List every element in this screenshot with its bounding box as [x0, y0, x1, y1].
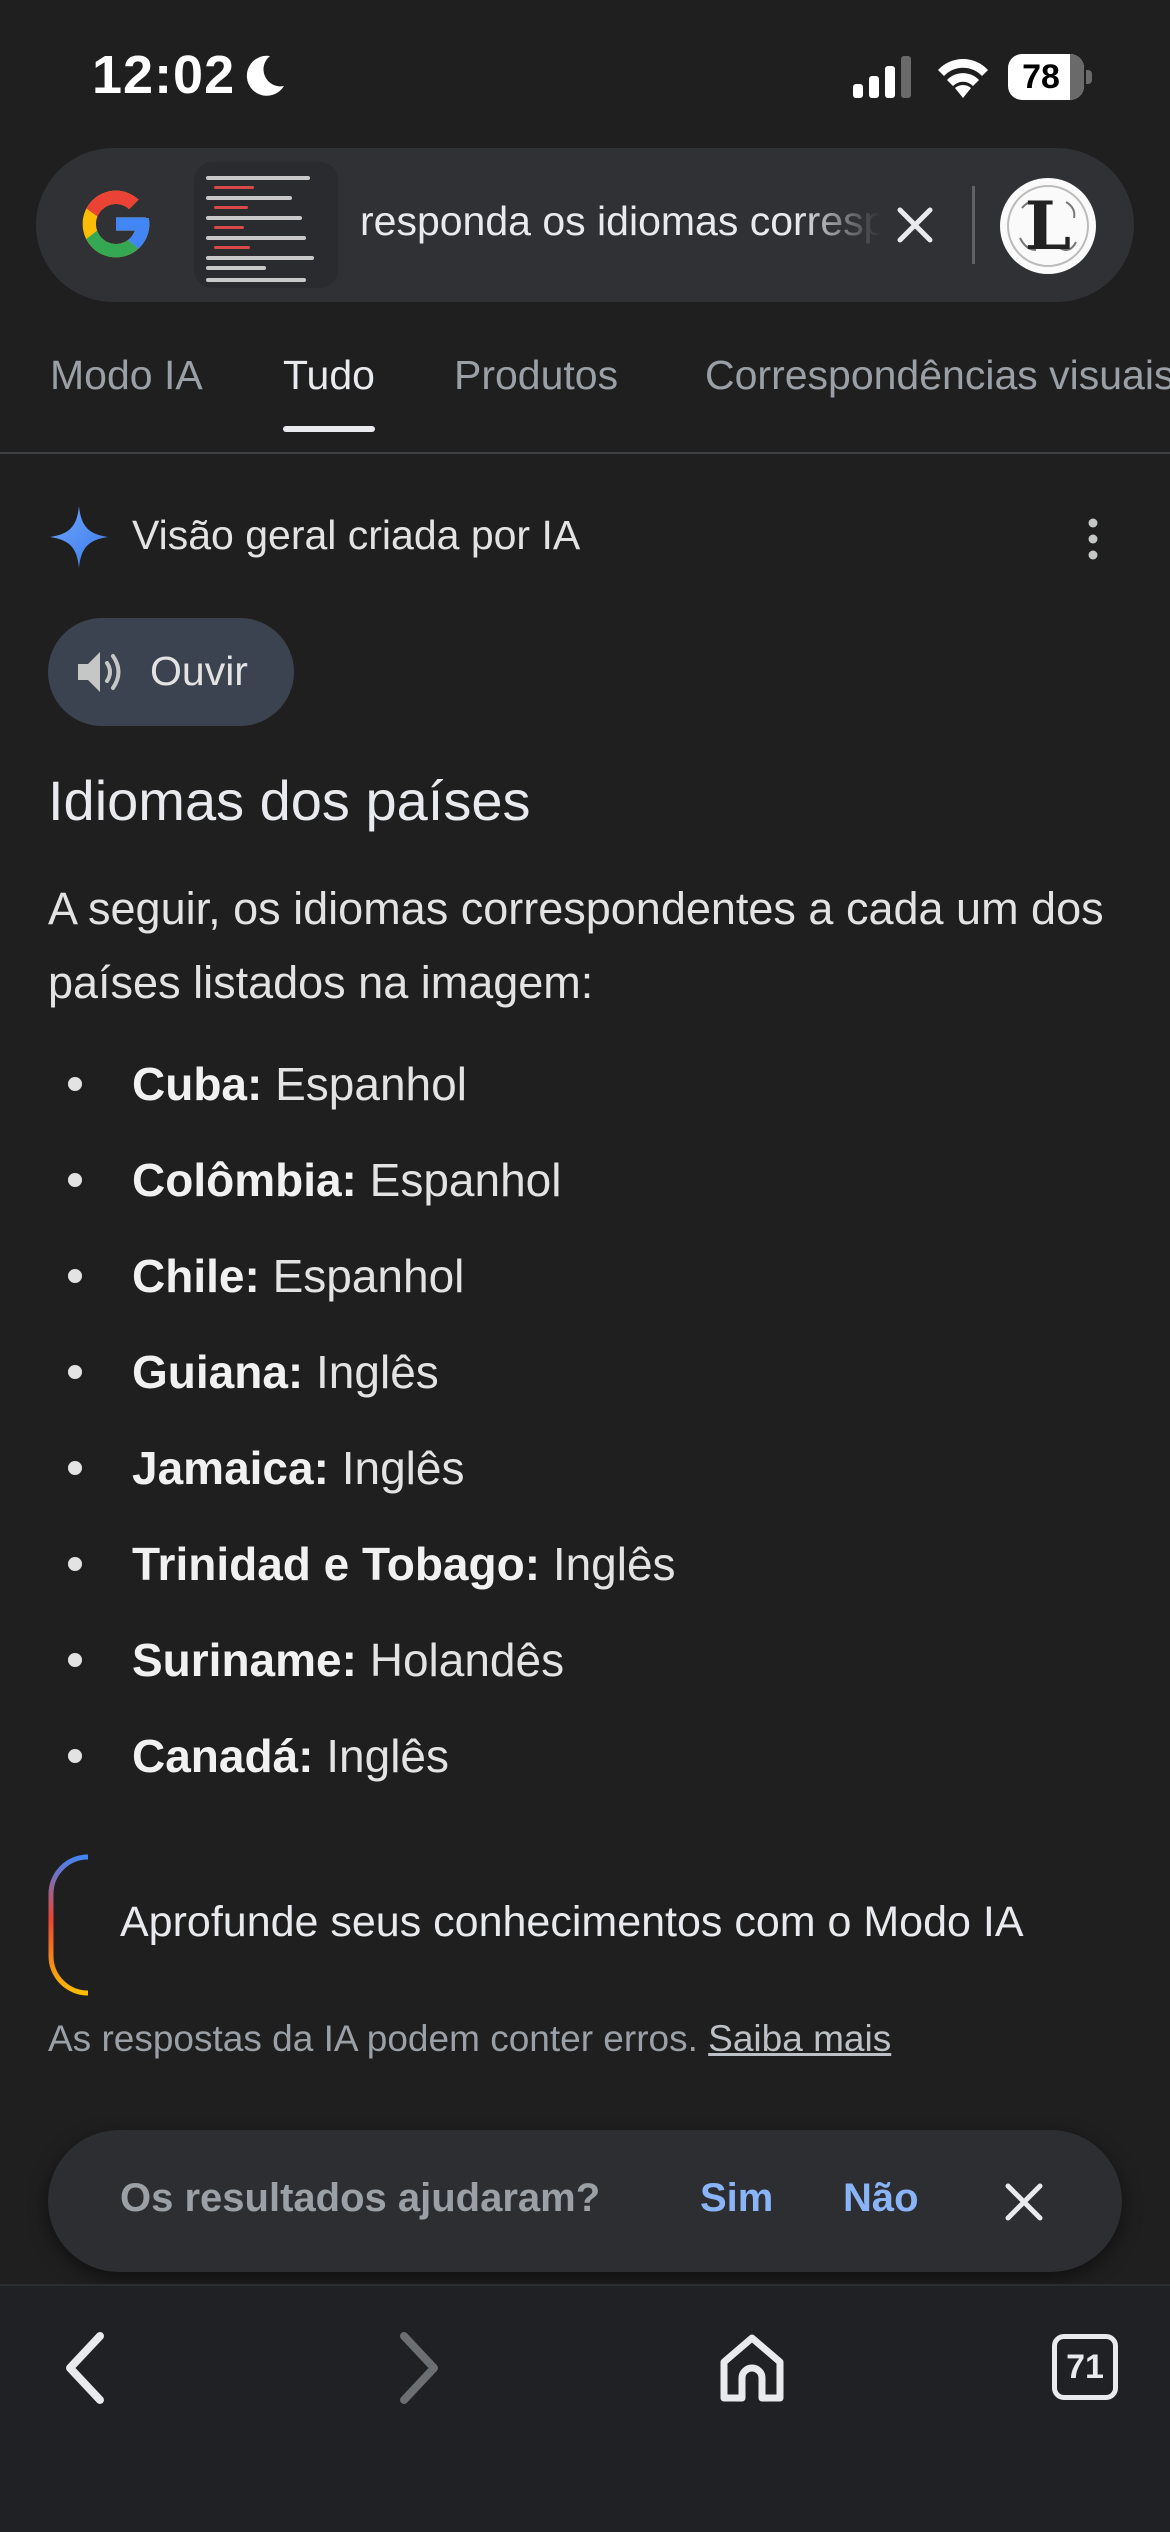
listen-label: Ouvir: [150, 648, 248, 694]
more-options-icon[interactable]: [1068, 514, 1118, 564]
bottom-navigation: 71: [0, 2284, 1170, 2532]
bullet: [68, 1173, 82, 1187]
country-name: Suriname:: [132, 1634, 357, 1686]
forward-icon[interactable]: [388, 2328, 448, 2408]
language-name: Inglês: [326, 1730, 450, 1782]
ai-overview-header: Visão geral criada por IA: [48, 504, 1122, 570]
answer-intro: A seguir, os idiomas correspondentes a c…: [48, 883, 1104, 1008]
country-name: Jamaica:: [132, 1442, 329, 1494]
feedback-question: Os resultados ajudaram?: [120, 2176, 601, 2220]
country-name: Colômbia:: [132, 1154, 357, 1206]
tabs-count-button[interactable]: 71: [1052, 2334, 1118, 2400]
feedback-snackbar: Os resultados ajudaram? Sim Não: [48, 2130, 1122, 2272]
tab-modo-ia[interactable]: Modo IA: [50, 352, 203, 432]
list-item: Suriname: Holandês: [48, 1612, 1128, 1708]
tab-label: Tudo: [283, 352, 375, 398]
deep-dive-ai-mode-button[interactable]: Aprofunde seus conhecimentos com o Modo …: [48, 1854, 1078, 1996]
country-name: Canadá:: [132, 1730, 314, 1782]
active-tab-indicator: [283, 426, 375, 432]
ai-overview-title: Visão geral criada por IA: [132, 512, 581, 558]
feedback-yes-button[interactable]: Sim: [700, 2176, 773, 2221]
home-icon[interactable]: [718, 2328, 786, 2408]
tab-produtos[interactable]: Produtos: [454, 352, 618, 432]
language-name: Inglês: [552, 1538, 676, 1590]
language-name: Espanhol: [369, 1154, 562, 1206]
close-feedback-icon[interactable]: [996, 2174, 1052, 2230]
search-query[interactable]: responda os idiomas correspondentes: [360, 198, 880, 254]
avatar-letter: L: [1024, 187, 1072, 265]
language-name: Espanhol: [275, 1058, 467, 1110]
list-item: Cuba: Espanhol: [48, 1036, 1128, 1132]
tab-label: Produtos: [454, 352, 619, 398]
search-tabs: Modo IA Tudo Produtos Correspondências v…: [0, 330, 1170, 454]
language-name: Inglês: [316, 1346, 439, 1398]
speaker-icon: [78, 652, 121, 692]
tab-label: Modo IA: [50, 352, 203, 398]
search-image-thumbnail[interactable]: [194, 162, 338, 288]
google-g-icon[interactable]: [76, 184, 156, 264]
learn-more-link[interactable]: Saiba mais: [708, 2018, 891, 2059]
status-time: 12:02: [92, 45, 236, 105]
bullet: [68, 1365, 82, 1379]
search-bar[interactable]: responda os idiomas correspondentes L: [36, 148, 1134, 302]
language-name: Holandês: [369, 1634, 565, 1686]
battery-level: 78: [1022, 58, 1060, 96]
country-name: Cuba:: [132, 1058, 263, 1110]
ai-sparkle-icon: [50, 506, 108, 568]
language-list: Cuba: Espanhol Colômbia: Espanhol Chile:…: [48, 1036, 1128, 1804]
bullet: [68, 1749, 82, 1763]
language-name: Inglês: [341, 1442, 465, 1494]
status-bar: 12:02 78: [0, 0, 1170, 150]
signal-icon: [853, 56, 911, 98]
wifi-icon: [938, 59, 988, 98]
answer-heading: Idiomas dos países: [48, 769, 531, 832]
bullet: [68, 1653, 82, 1667]
clear-search-button[interactable]: [882, 192, 948, 258]
battery-icon: 78: [1008, 54, 1092, 100]
feedback-no-button[interactable]: Não: [843, 2176, 919, 2221]
moon-icon: [246, 55, 284, 96]
list-item: Canadá: Inglês: [48, 1708, 1128, 1804]
bullet: [68, 1077, 82, 1091]
country-name: Chile:: [132, 1250, 260, 1302]
country-name: Guiana:: [132, 1346, 304, 1398]
listen-button[interactable]: Ouvir: [48, 618, 294, 726]
list-item: Trinidad e Tobago: Inglês: [48, 1516, 1128, 1612]
disclaimer-text: As respostas da IA podem conter erros.: [48, 2018, 698, 2059]
list-item: Colômbia: Espanhol: [48, 1132, 1128, 1228]
back-icon[interactable]: [56, 2328, 116, 2408]
tab-tudo[interactable]: Tudo: [283, 352, 375, 432]
list-item: Guiana: Inglês: [48, 1324, 1128, 1420]
deep-dive-label: Aprofunde seus conhecimentos com o Modo …: [120, 1898, 1024, 1946]
country-name: Trinidad e Tobago:: [132, 1538, 541, 1590]
tab-label: Correspondências visuais: [705, 352, 1170, 398]
list-item: Chile: Espanhol: [48, 1228, 1128, 1324]
bullet: [68, 1461, 82, 1475]
avatar[interactable]: L: [1000, 178, 1096, 274]
bullet: [68, 1557, 82, 1571]
search-divider: [972, 186, 975, 264]
ai-disclaimer: As respostas da IA podem conter erros. S…: [48, 2018, 891, 2060]
language-name: Espanhol: [272, 1250, 465, 1302]
bullet: [68, 1269, 82, 1283]
list-item: Jamaica: Inglês: [48, 1420, 1128, 1516]
tab-correspondencias-visuais[interactable]: Correspondências visuais: [705, 352, 1170, 432]
